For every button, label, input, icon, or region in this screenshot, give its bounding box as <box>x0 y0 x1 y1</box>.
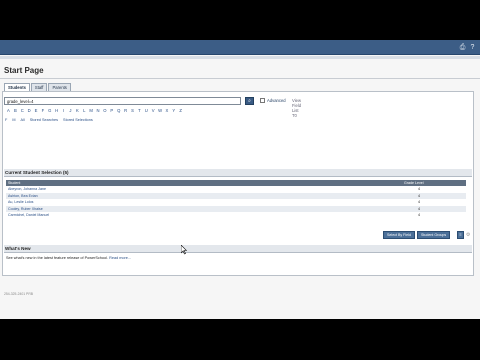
letter-filter-link[interactable]: Y <box>170 108 177 113</box>
advanced-label: Advanced <box>267 98 286 103</box>
list-menu-icon[interactable]: ≡ <box>457 231 464 239</box>
stored-selections-link[interactable]: Stored Selections <box>63 118 93 122</box>
alphabet-filter: ABCDEFGHIJKLMNOPQRSTUVWXYZ <box>5 108 184 113</box>
letter-filter-link[interactable]: E <box>33 108 40 113</box>
letter-filter-link[interactable]: F <box>39 108 46 113</box>
selection-header <box>4 169 472 177</box>
read-more-link[interactable]: Read more... <box>109 256 131 260</box>
whats-new-title: What's New <box>5 246 31 251</box>
letter-filter-link[interactable]: C <box>19 108 26 113</box>
letter-filter-link[interactable]: K <box>74 108 81 113</box>
table-row: Ashton, Bea Evian 4 <box>6 192 466 200</box>
grade-cell: 4 <box>418 206 420 211</box>
letter-filter-link[interactable]: A <box>5 108 12 113</box>
selection-title: Current Student Selection (5) <box>5 170 69 175</box>
view-field-list-text[interactable]: View Field List <box>292 98 301 113</box>
letter-filter-link[interactable]: D <box>26 108 33 113</box>
student-table: Student Grade Level Abeyron, Johanna Jan… <box>6 180 466 219</box>
grade-cell: 4 <box>418 200 420 205</box>
table-row: Au, Leslie Lolos 4 <box>6 199 466 206</box>
letter-filter-link[interactable]: T <box>136 108 143 113</box>
recent-item[interactable]: M <box>12 118 15 122</box>
letter-filter-link[interactable]: H <box>53 108 60 113</box>
stored-searches-link[interactable]: Stored Searches <box>30 118 58 122</box>
recent-item[interactable]: All <box>21 118 25 122</box>
whats-new-text: See what's new in the latest feature rel… <box>6 256 131 260</box>
sub-bar <box>0 56 480 59</box>
student-name-link[interactable]: Au, Leslie Lolos <box>8 199 33 206</box>
search-input[interactable] <box>4 97 241 105</box>
letter-filter-link[interactable]: I <box>60 108 67 113</box>
gear-icon[interactable]: ⚙ <box>466 232 470 238</box>
letter-filter-link[interactable]: Q <box>115 108 122 113</box>
select-by-field-button[interactable]: Select By Field <box>383 231 415 239</box>
student-name-link[interactable]: Abeyron, Johanna Jane <box>8 186 46 193</box>
screen: ⎙ ? Start Page Students Staff Parents ⌕ … <box>0 40 480 319</box>
grade-cell: 4 <box>418 193 420 198</box>
letter-filter-link[interactable]: W <box>157 108 164 113</box>
letter-filter-link[interactable]: M <box>88 108 95 113</box>
view-field-list-link[interactable]: View Field List T0 <box>292 98 301 118</box>
search-icon: ⌕ <box>248 98 251 104</box>
top-bar: ⎙ ? <box>0 40 480 55</box>
page-title: Start Page <box>4 66 44 75</box>
letter-filter-link[interactable]: U <box>143 108 150 113</box>
letter-filter-link[interactable]: Z <box>177 108 184 113</box>
help-icon[interactable]: ? <box>469 44 476 51</box>
table-row: Abeyron, Johanna Jane 4 <box>6 186 466 193</box>
letter-filter-link[interactable]: G <box>46 108 53 113</box>
letter-filter-link[interactable]: N <box>95 108 102 113</box>
recent-item[interactable]: F <box>5 118 7 122</box>
letter-filter-link[interactable]: R <box>122 108 129 113</box>
letter-filter-link[interactable]: P <box>108 108 115 113</box>
letter-filter-link[interactable]: B <box>12 108 19 113</box>
letter-filter-link[interactable]: L <box>81 108 88 113</box>
letter-filter-link[interactable]: V <box>150 108 157 113</box>
whats-new-header <box>4 245 472 253</box>
divider <box>0 78 480 79</box>
advanced-checkbox[interactable] <box>260 98 265 103</box>
letter-filter-link[interactable]: O <box>101 108 108 113</box>
recent-search-row: F M All Stored Searches Stored Selection… <box>5 118 98 122</box>
letter-filter-link[interactable]: J <box>67 108 74 113</box>
student-groups-button[interactable]: Student Groups <box>416 231 451 239</box>
letter-filter-link[interactable]: X <box>163 108 170 113</box>
mouse-cursor-icon <box>181 245 187 255</box>
student-name-link[interactable]: Carmichel, Daniel Manuel <box>8 212 49 219</box>
table-row: Cooley, Ruber Xhaise 4 <box>6 205 466 213</box>
view-field-list-count: T0 <box>292 113 297 118</box>
student-name-link[interactable]: Ashton, Bea Evian <box>8 193 38 200</box>
footer-text: 254-325-2401 PRB <box>4 292 34 296</box>
grade-cell: 4 <box>418 187 420 191</box>
selection-actions: Select By Field Student Groups <box>383 231 452 239</box>
whats-new-body: See what's new in the latest feature rel… <box>6 256 109 260</box>
table-row: Carmichel, Daniel Manuel 4 <box>6 212 466 219</box>
grade-cell: 4 <box>418 213 420 218</box>
search-button[interactable]: ⌕ <box>245 97 254 105</box>
letter-filter-link[interactable]: S <box>129 108 136 113</box>
print-icon[interactable]: ⎙ <box>459 44 466 51</box>
student-name-link[interactable]: Cooley, Ruber Xhaise <box>8 206 43 213</box>
